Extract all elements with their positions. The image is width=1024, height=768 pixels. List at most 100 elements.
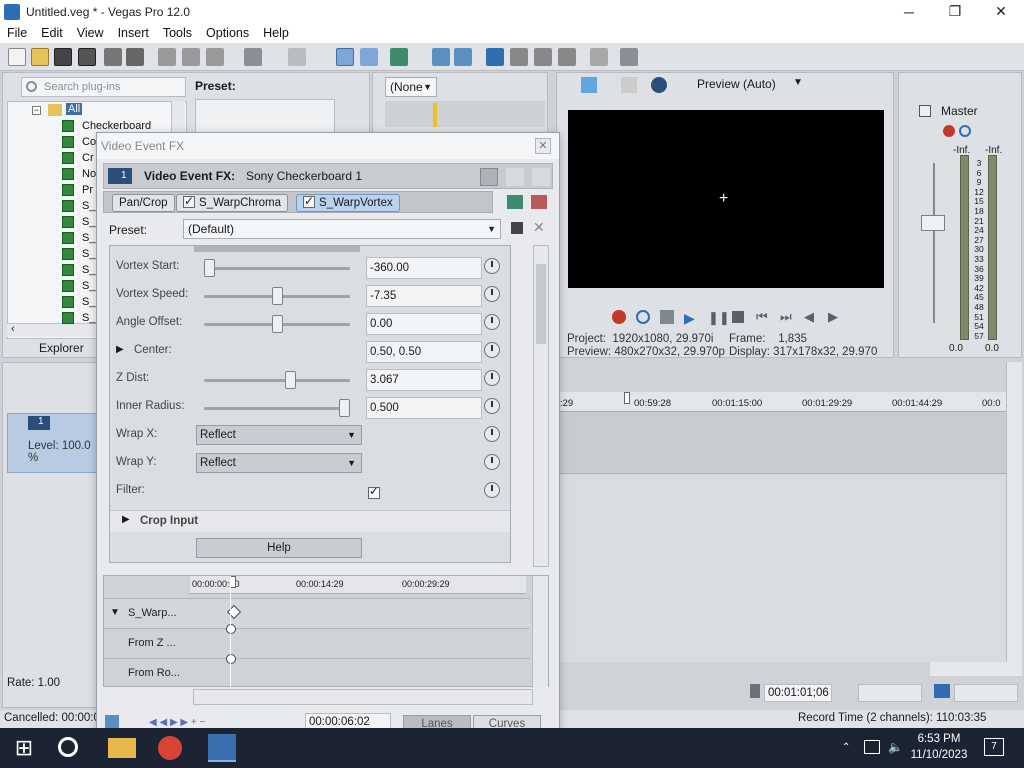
- lock-envelopes-icon[interactable]: [454, 48, 472, 66]
- plugin-tree-item[interactable]: S_: [82, 294, 95, 310]
- animate-keyframe-icon[interactable]: [484, 314, 500, 330]
- explorer-tab[interactable]: Explorer: [39, 341, 84, 355]
- plugin-tree-item[interactable]: S_: [82, 246, 95, 262]
- video-track-lane[interactable]: [556, 412, 1006, 474]
- chevron-down-icon[interactable]: ▼: [793, 77, 803, 88]
- envelope-tool-icon[interactable]: [360, 48, 378, 66]
- video-track-header[interactable]: 1 Level: 100.0 %: [7, 413, 99, 473]
- stop-icon[interactable]: [732, 311, 744, 323]
- video-preview[interactable]: +: [568, 110, 884, 288]
- animate-keyframe-icon[interactable]: [484, 398, 500, 414]
- preview-settings-icon[interactable]: [581, 77, 597, 93]
- minimize-button[interactable]: ─: [886, 0, 932, 23]
- keyframe-row-from-z[interactable]: From Z ...: [104, 624, 530, 658]
- param-value-field[interactable]: -7.35: [366, 285, 482, 307]
- menu-insert[interactable]: Insert: [111, 26, 156, 40]
- tray-chevron-icon[interactable]: ⌃: [842, 742, 850, 753]
- record-icon[interactable]: [612, 310, 626, 324]
- params-scroll-thumb[interactable]: [536, 264, 546, 344]
- menu-view[interactable]: View: [70, 26, 111, 40]
- plugin-tree-item[interactable]: No: [82, 166, 96, 182]
- menu-edit[interactable]: Edit: [34, 26, 70, 40]
- animate-keyframe-icon[interactable]: [484, 258, 500, 274]
- menu-help[interactable]: Help: [256, 26, 296, 40]
- scroll-left-icon[interactable]: ‹: [11, 323, 15, 335]
- dialog-close-button[interactable]: ✕: [535, 138, 551, 154]
- clock-time[interactable]: 6:53 PM: [914, 733, 964, 745]
- menu-options[interactable]: Options: [199, 26, 256, 40]
- plugin-tree-item[interactable]: Cr: [82, 150, 94, 166]
- keyframe-nav-icons[interactable]: ◀ ◀ ▶ ▶ + −: [149, 717, 205, 728]
- copy-icon[interactable]: [182, 48, 200, 66]
- render-icon[interactable]: [126, 48, 144, 66]
- filter-checkbox[interactable]: [368, 484, 380, 499]
- checkbox-icon[interactable]: [303, 193, 315, 209]
- notifications-icon[interactable]: 7: [984, 738, 1004, 756]
- select-icon[interactable]: [558, 48, 576, 66]
- trimmer-dropdown[interactable]: (None ▼: [385, 77, 437, 97]
- properties-icon[interactable]: [104, 48, 122, 66]
- checkbox-icon[interactable]: [183, 193, 195, 209]
- chrome-icon[interactable]: [158, 736, 182, 760]
- collapse-icon[interactable]: ▼: [110, 607, 120, 618]
- remove-plugin-icon[interactable]: [531, 195, 547, 209]
- timeline-ruler[interactable]: :29 00:59:28 00:01:15:00 00:01:29:29 00:…: [556, 392, 1006, 412]
- wrap-dropdown[interactable]: Reflect ▼: [196, 425, 362, 445]
- maximize-button[interactable]: ❐: [932, 0, 978, 23]
- trimmer-marker[interactable]: [433, 103, 437, 127]
- param-slider[interactable]: [204, 399, 350, 417]
- param-value-field[interactable]: 3.067: [366, 369, 482, 391]
- params-scrollbar[interactable]: [533, 245, 549, 567]
- plugin-tree-item[interactable]: S_: [82, 310, 95, 326]
- vegas-taskbar-icon[interactable]: [208, 734, 236, 762]
- save-icon[interactable]: [54, 48, 72, 66]
- play-from-start-icon[interactable]: [660, 310, 674, 324]
- fx-view-grid-icon[interactable]: [506, 168, 524, 186]
- animate-keyframe-icon[interactable]: [484, 454, 500, 470]
- timeline-empty-area[interactable]: [556, 474, 1006, 662]
- preview-mode-dropdown[interactable]: Preview (Auto): [697, 77, 776, 91]
- start-icon[interactable]: ⊞: [10, 734, 38, 762]
- snap-icon[interactable]: [390, 48, 408, 66]
- expand-icon[interactable]: ▶: [116, 344, 124, 355]
- keyframe-row-warp[interactable]: ▼ S_Warp...: [104, 598, 530, 628]
- param-slider[interactable]: [204, 315, 350, 333]
- animate-keyframe-icon[interactable]: [484, 426, 500, 442]
- play-icon[interactable]: ▶: [684, 310, 695, 327]
- plugin-tree-item[interactable]: S_: [82, 230, 95, 246]
- plugin-search-input[interactable]: Search plug-ins: [21, 77, 186, 97]
- menu-file[interactable]: File: [0, 26, 34, 40]
- slider-thumb[interactable]: [271, 315, 283, 333]
- expand-icon[interactable]: ▶: [122, 514, 130, 525]
- open-icon[interactable]: [31, 48, 49, 66]
- fx-view-list-icon[interactable]: [480, 168, 498, 186]
- keyframe-hscroll[interactable]: [193, 689, 533, 705]
- ignore-grouping-icon[interactable]: [486, 48, 504, 66]
- undo-icon[interactable]: [244, 48, 262, 66]
- collapse-icon[interactable]: −: [32, 106, 41, 115]
- selection-start-field[interactable]: [858, 684, 922, 702]
- paste-icon[interactable]: [206, 48, 224, 66]
- fx-view-chain-icon[interactable]: [532, 168, 550, 186]
- network-icon[interactable]: [864, 740, 880, 754]
- volume-icon[interactable]: 🔈: [888, 740, 903, 754]
- plugin-tree-item[interactable]: S_: [82, 198, 95, 214]
- crop-input-section[interactable]: ▶ Crop Input: [110, 510, 510, 532]
- fx-chip-warpchroma[interactable]: S_WarpChroma: [176, 193, 289, 212]
- burn-icon[interactable]: [590, 48, 608, 66]
- plugin-tree-item[interactable]: S_: [82, 278, 95, 294]
- master-fader[interactable]: [921, 215, 945, 231]
- keyframe-vscroll[interactable]: [532, 576, 548, 688]
- save-preset-icon[interactable]: [511, 222, 523, 234]
- param-slider[interactable]: [204, 371, 350, 389]
- crossfade-icon[interactable]: [510, 48, 528, 66]
- new-icon[interactable]: [8, 48, 26, 66]
- pause-icon[interactable]: ❚❚: [708, 310, 730, 326]
- mute-icon[interactable]: [959, 125, 971, 137]
- param-value-field[interactable]: -360.00: [366, 257, 482, 279]
- keyframe-ruler[interactable]: 00:00:00:00 00:00:14:29 00:00:29:29: [190, 576, 526, 594]
- animate-keyframe-icon[interactable]: [484, 370, 500, 386]
- autocrossfade-icon[interactable]: [534, 48, 552, 66]
- loop-icon[interactable]: [636, 310, 650, 324]
- split-screen-icon[interactable]: [621, 77, 637, 93]
